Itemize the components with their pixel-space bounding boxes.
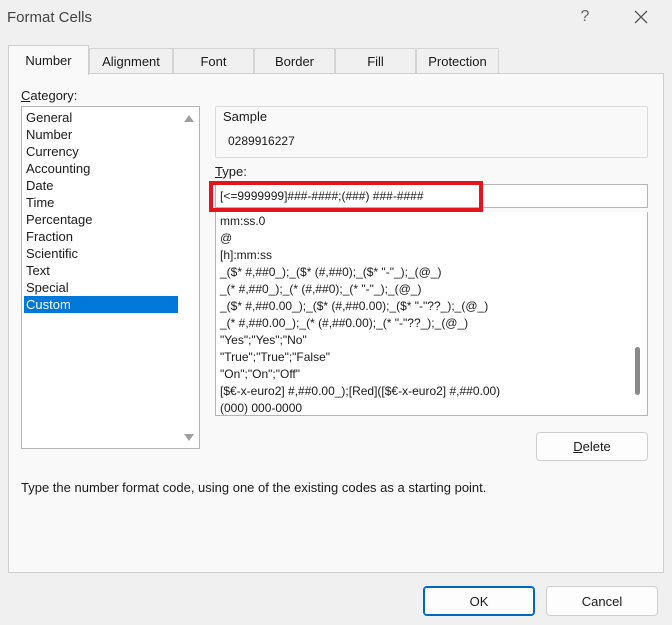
close-button[interactable] (626, 4, 656, 30)
hint-text: Type the number format code, using one o… (21, 480, 487, 495)
category-item-custom[interactable]: Custom (24, 296, 178, 313)
help-button[interactable]: ? (571, 4, 599, 30)
format-item[interactable]: _($* #,##0_);_($* (#,##0);_($* "-"_);_(@… (220, 264, 441, 281)
tab-label: Border (274, 54, 315, 69)
format-item[interactable]: mm:ss.0 (220, 213, 265, 230)
category-item-date[interactable]: Date (24, 177, 178, 194)
format-item[interactable]: "True";"True";"False" (220, 349, 330, 366)
tab-fill[interactable]: Fill (335, 48, 416, 74)
delete-button[interactable]: Delete (536, 432, 648, 461)
dialog-title: Format Cells (7, 9, 93, 26)
format-item[interactable]: [$€-x-euro2] #,##0.00_);[Red]([$€-x-euro… (220, 383, 500, 400)
tab-label: Protection (428, 54, 487, 69)
format-cells-dialog: Format Cells ? Number Alignment Font Bor… (0, 0, 672, 625)
category-item-fraction[interactable]: Fraction (24, 228, 178, 245)
close-icon (634, 10, 648, 24)
tab-strip: Number Alignment Font Border Fill Protec… (8, 45, 664, 75)
category-item-number[interactable]: Number (24, 126, 178, 143)
category-item-text[interactable]: Text (24, 262, 178, 279)
type-label-text: ype: (222, 164, 247, 179)
format-code-list[interactable]: mm:ss.0 @ [h]:mm:ss _($* #,##0_);_($* (#… (215, 212, 648, 416)
category-scrollbar[interactable] (179, 107, 199, 448)
category-item-time[interactable]: Time (24, 194, 178, 211)
format-item[interactable]: _($* #,##0.00_);_($* (#,##0.00);_($* "-"… (220, 298, 488, 315)
title-bar: Format Cells ? (0, 0, 672, 36)
tab-font[interactable]: Font (173, 48, 254, 74)
tab-number[interactable]: Number (8, 45, 89, 75)
tab-alignment[interactable]: Alignment (89, 48, 173, 74)
format-item[interactable]: _(* #,##0_);_(* (#,##0);_(* "-"_);_(@_) (220, 281, 421, 298)
delete-label: elete (582, 439, 611, 454)
highlight-box (209, 181, 483, 212)
sample-group (215, 106, 648, 158)
sample-label: Sample (223, 109, 268, 124)
format-item[interactable]: (000) 000-0000 (220, 400, 302, 415)
format-item[interactable]: [h]:mm:ss (220, 247, 272, 264)
format-item[interactable]: @ (220, 230, 232, 247)
category-item-currency[interactable]: Currency (24, 143, 178, 160)
format-item[interactable]: _(* #,##0.00_);_(* (#,##0.00);_(* "-"??_… (220, 315, 468, 332)
category-label: Category: (21, 88, 77, 103)
category-list[interactable]: General Number Currency Accounting Date … (21, 106, 200, 449)
tab-label: Fill (367, 54, 384, 69)
category-item-general[interactable]: General (24, 109, 178, 126)
tab-label: Font (200, 54, 227, 69)
category-label-text: ategory: (30, 88, 78, 103)
type-label: Type: (215, 164, 247, 179)
delete-accesskey: D (573, 439, 583, 454)
category-label-accesskey: C (21, 88, 31, 103)
ok-button[interactable]: OK (423, 586, 535, 616)
scroll-thumb[interactable] (635, 347, 640, 395)
category-item-special[interactable]: Special (24, 279, 178, 296)
format-list-scrollbar[interactable] (627, 212, 647, 415)
scroll-down-icon[interactable] (184, 434, 194, 441)
format-item[interactable]: "On";"On";"Off" (220, 366, 300, 383)
cancel-button[interactable]: Cancel (546, 586, 658, 616)
category-item-accounting[interactable]: Accounting (24, 160, 178, 177)
tab-label: Number (25, 53, 72, 68)
scroll-up-icon[interactable] (184, 115, 194, 122)
sample-value: 0289916227 (228, 134, 295, 148)
format-item[interactable]: "Yes";"Yes";"No" (220, 332, 307, 349)
help-icon: ? (580, 8, 590, 25)
category-item-percentage[interactable]: Percentage (24, 211, 178, 228)
tab-label: Alignment (102, 54, 160, 69)
tab-protection[interactable]: Protection (416, 48, 499, 74)
tab-border[interactable]: Border (254, 48, 335, 74)
category-item-scientific[interactable]: Scientific (24, 245, 178, 262)
